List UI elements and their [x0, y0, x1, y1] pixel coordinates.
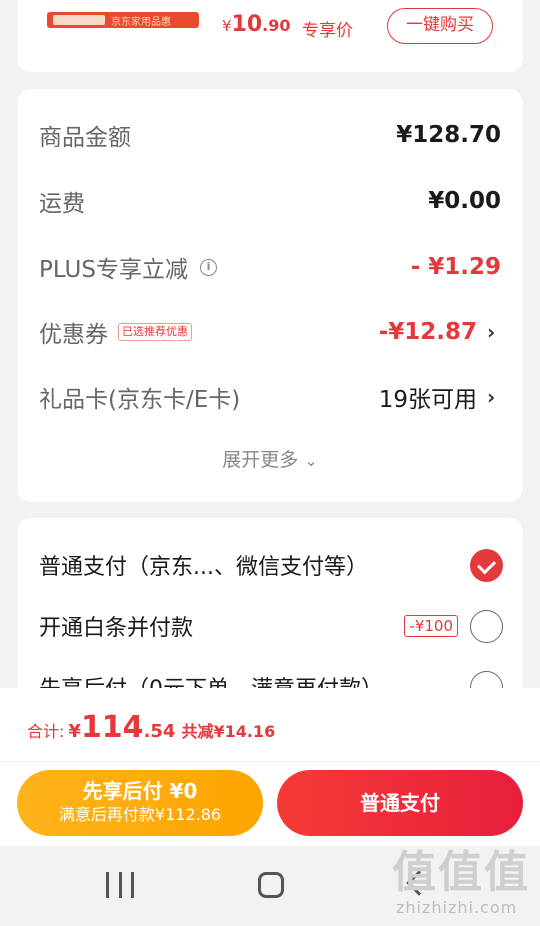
promo-logo: [53, 15, 105, 25]
promo-banner: 京东家用品惠: [47, 12, 199, 28]
plus-discount-label-group: PLUS专享立减 i: [39, 250, 217, 284]
price-integer: 10: [231, 12, 263, 37]
payment-option-normal[interactable]: 普通支付（京东...、微信支付等）: [39, 545, 503, 585]
gift-card-label: 礼品卡(京东卡/E卡): [39, 387, 241, 413]
shipping-row: 运费 ¥0.00: [39, 181, 501, 221]
payment-option-baitiao[interactable]: 开通白条并付款 -¥100: [39, 606, 503, 646]
amounts-card: 商品金额 ¥128.70 运费 ¥0.00 PLUS专享立减 i - ¥1.29…: [17, 89, 523, 502]
recent-apps-icon[interactable]: [106, 872, 134, 898]
plus-discount-row: PLUS专享立减 i - ¥1.29: [39, 247, 501, 287]
pay-later-subtitle: 满意后再付款¥112.86: [58, 805, 222, 824]
goods-amount-label: 商品金额: [39, 125, 131, 151]
price-currency: ¥: [222, 17, 232, 35]
radio-unchecked-icon[interactable]: [470, 609, 503, 643]
home-icon[interactable]: [258, 872, 284, 898]
discount-tag: -¥100: [404, 615, 458, 637]
total-saved: 共减¥14.16: [181, 722, 276, 741]
pay-later-button[interactable]: 先享后付 ¥0 满意后再付款¥112.86: [17, 770, 263, 836]
info-icon[interactable]: i: [199, 258, 217, 276]
chevron-down-icon: ⌄: [304, 451, 318, 470]
chevron-right-icon: ›: [487, 320, 496, 344]
coupon-label-group: 优惠券 已选推荐优惠: [39, 315, 192, 349]
payment-option-right: -¥100: [404, 609, 503, 643]
coupon-row[interactable]: 优惠券 已选推荐优惠 -¥12.87 ›: [39, 312, 501, 352]
normal-pay-button[interactable]: 普通支付: [277, 770, 523, 836]
shipping-value: ¥0.00: [428, 188, 501, 214]
plus-discount-label: PLUS专享立减: [39, 257, 188, 283]
gift-card-value-group: 19张可用 ›: [379, 380, 501, 414]
goods-amount-row: 商品金额 ¥128.70: [39, 115, 501, 155]
total-label: 合计:: [27, 722, 65, 741]
exclusive-price-label: 专享价: [302, 21, 353, 41]
payment-option-label: 普通支付（京东...、微信支付等）: [39, 555, 368, 580]
gift-card-value: 19张可用: [378, 387, 477, 413]
one-click-buy-button[interactable]: 一键购买: [387, 8, 493, 44]
total-integer: 114: [80, 710, 144, 745]
total-bar: 合计: ¥ 114 .54 共减¥14.16: [0, 688, 540, 762]
watermark-logo: 值值值 zhizhizhi.com: [392, 848, 532, 922]
product-card: 京东家用品惠 ¥10.90 专享价 一键购买: [17, 0, 523, 72]
coupon-recommended-tag: 已选推荐优惠: [118, 323, 192, 341]
goods-amount-value: ¥128.70: [396, 122, 501, 148]
expand-more-button[interactable]: 展开更多 ⌄: [17, 445, 523, 472]
coupon-value-group: -¥12.87 ›: [379, 319, 501, 345]
total-currency: ¥: [68, 721, 81, 742]
checkout-actions: 先享后付 ¥0 满意后再付款¥112.86 普通支付: [0, 762, 540, 846]
system-nav-bar: 值值值 zhizhizhi.com: [0, 846, 540, 926]
watermark-url: zhizhizhi.com: [396, 898, 518, 917]
coupon-label: 优惠券: [39, 322, 108, 348]
payment-option-label: 开通白条并付款: [39, 616, 194, 641]
shipping-label: 运费: [39, 191, 85, 217]
pay-later-title: 先享后付 ¥0: [82, 779, 198, 803]
chevron-right-icon: ›: [487, 385, 496, 409]
price-decimal: .90: [262, 16, 291, 35]
plus-discount-value: - ¥1.29: [410, 254, 501, 280]
product-price: ¥10.90: [222, 12, 291, 37]
expand-more-label: 展开更多: [222, 449, 299, 471]
watermark-text: 值值值: [392, 847, 530, 898]
coupon-value: -¥12.87: [378, 319, 477, 345]
order-total: 合计: ¥ 114 .54 共减¥14.16: [27, 710, 275, 745]
gift-card-row[interactable]: 礼品卡(京东卡/E卡) 19张可用 ›: [39, 377, 501, 417]
radio-checked-icon[interactable]: [470, 548, 503, 582]
promo-text: 京东家用品惠: [111, 17, 171, 28]
total-decimal: .54: [143, 721, 176, 742]
